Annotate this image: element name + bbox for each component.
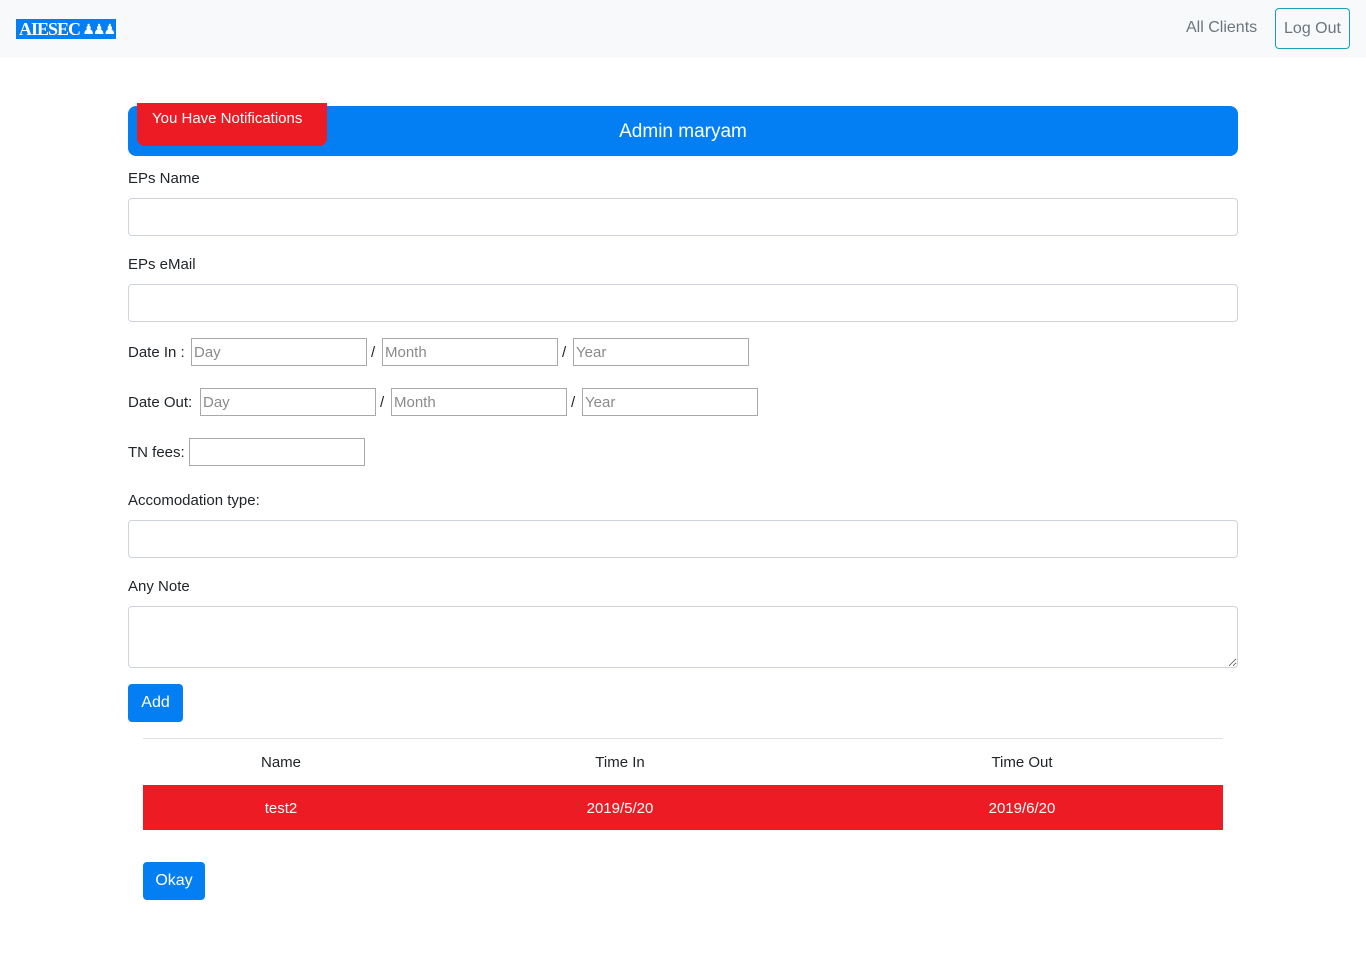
note-textarea[interactable] — [128, 606, 1238, 668]
date-in-year-input[interactable] — [573, 338, 749, 366]
date-in-month-input[interactable] — [382, 338, 558, 366]
column-header-time-out: Time Out — [991, 754, 1053, 771]
accommodation-input[interactable] — [128, 520, 1238, 558]
nav-all-clients[interactable]: All Clients — [1186, 19, 1257, 37]
eps-name-input[interactable] — [128, 198, 1238, 236]
date-out-day-input[interactable] — [200, 388, 376, 416]
logo-text: AIESEC — [19, 19, 81, 39]
eps-email-input[interactable] — [128, 284, 1238, 322]
cell-time-in: 2019/5/20 — [586, 800, 654, 817]
date-out-month-input[interactable] — [391, 388, 567, 416]
aiesec-logo[interactable]: AIESEC ♟♟♟ — [16, 19, 116, 39]
column-header-time-in: Time In — [595, 754, 645, 771]
table-row[interactable]: test2 2019/5/20 2019/6/20 — [143, 785, 1223, 830]
logo-figures-icon: ♟♟♟ — [82, 22, 116, 38]
tn-fees-input[interactable] — [189, 438, 365, 466]
notifications-badge[interactable]: You Have Notifications — [137, 103, 327, 146]
note-label: Any Note — [128, 578, 190, 595]
table-divider — [143, 738, 1223, 739]
date-in-label: Date In : — [128, 344, 185, 361]
eps-email-label: EPs eMail — [128, 256, 196, 273]
date-separator: / — [562, 344, 567, 361]
cell-name: test2 — [264, 800, 298, 817]
eps-name-label: EPs Name — [128, 170, 200, 187]
date-separator: / — [571, 394, 576, 411]
cell-time-out: 2019/6/20 — [988, 800, 1056, 817]
logout-button[interactable]: Log Out — [1275, 8, 1350, 49]
add-button[interactable]: Add — [128, 684, 183, 722]
date-separator: / — [371, 344, 376, 361]
column-header-name: Name — [260, 754, 301, 771]
date-out-label: Date Out: — [128, 394, 193, 411]
okay-button[interactable]: Okay — [143, 862, 205, 900]
date-in-day-input[interactable] — [191, 338, 367, 366]
tn-fees-label: TN fees: — [128, 444, 185, 461]
accommodation-label: Accomodation type: — [128, 492, 260, 509]
navbar: AIESEC ♟♟♟ All Clients Log Out — [0, 0, 1366, 57]
date-out-year-input[interactable] — [582, 388, 758, 416]
date-separator: / — [380, 394, 385, 411]
